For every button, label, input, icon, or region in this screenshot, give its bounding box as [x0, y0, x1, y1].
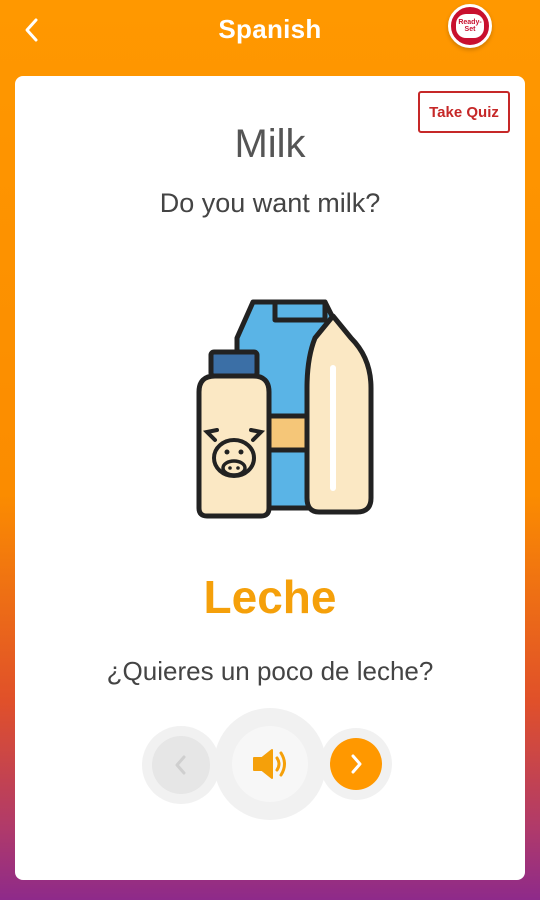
english-sentence: Do you want milk? — [159, 188, 381, 218]
top-bar: Spanish Ready- Set — [0, 0, 540, 60]
previous-button[interactable] — [152, 736, 210, 794]
app-logo: Ready- Set — [448, 4, 492, 48]
english-word: Milk — [234, 122, 306, 166]
chevron-right-icon — [351, 754, 362, 774]
next-button[interactable] — [330, 738, 382, 790]
spanish-sentence: ¿Quieres un poco de leche? — [106, 656, 434, 686]
flashcard: Take Quiz Milk Do you want milk? Leche ¿… — [15, 76, 525, 880]
chevron-left-icon — [175, 755, 186, 775]
card-controls — [142, 708, 402, 820]
play-audio-button[interactable] — [232, 726, 308, 802]
milk-illustration — [196, 299, 374, 519]
logo-text: Ready- Set — [458, 19, 482, 33]
speaker-icon — [253, 749, 286, 779]
spanish-word: Leche — [203, 571, 337, 623]
